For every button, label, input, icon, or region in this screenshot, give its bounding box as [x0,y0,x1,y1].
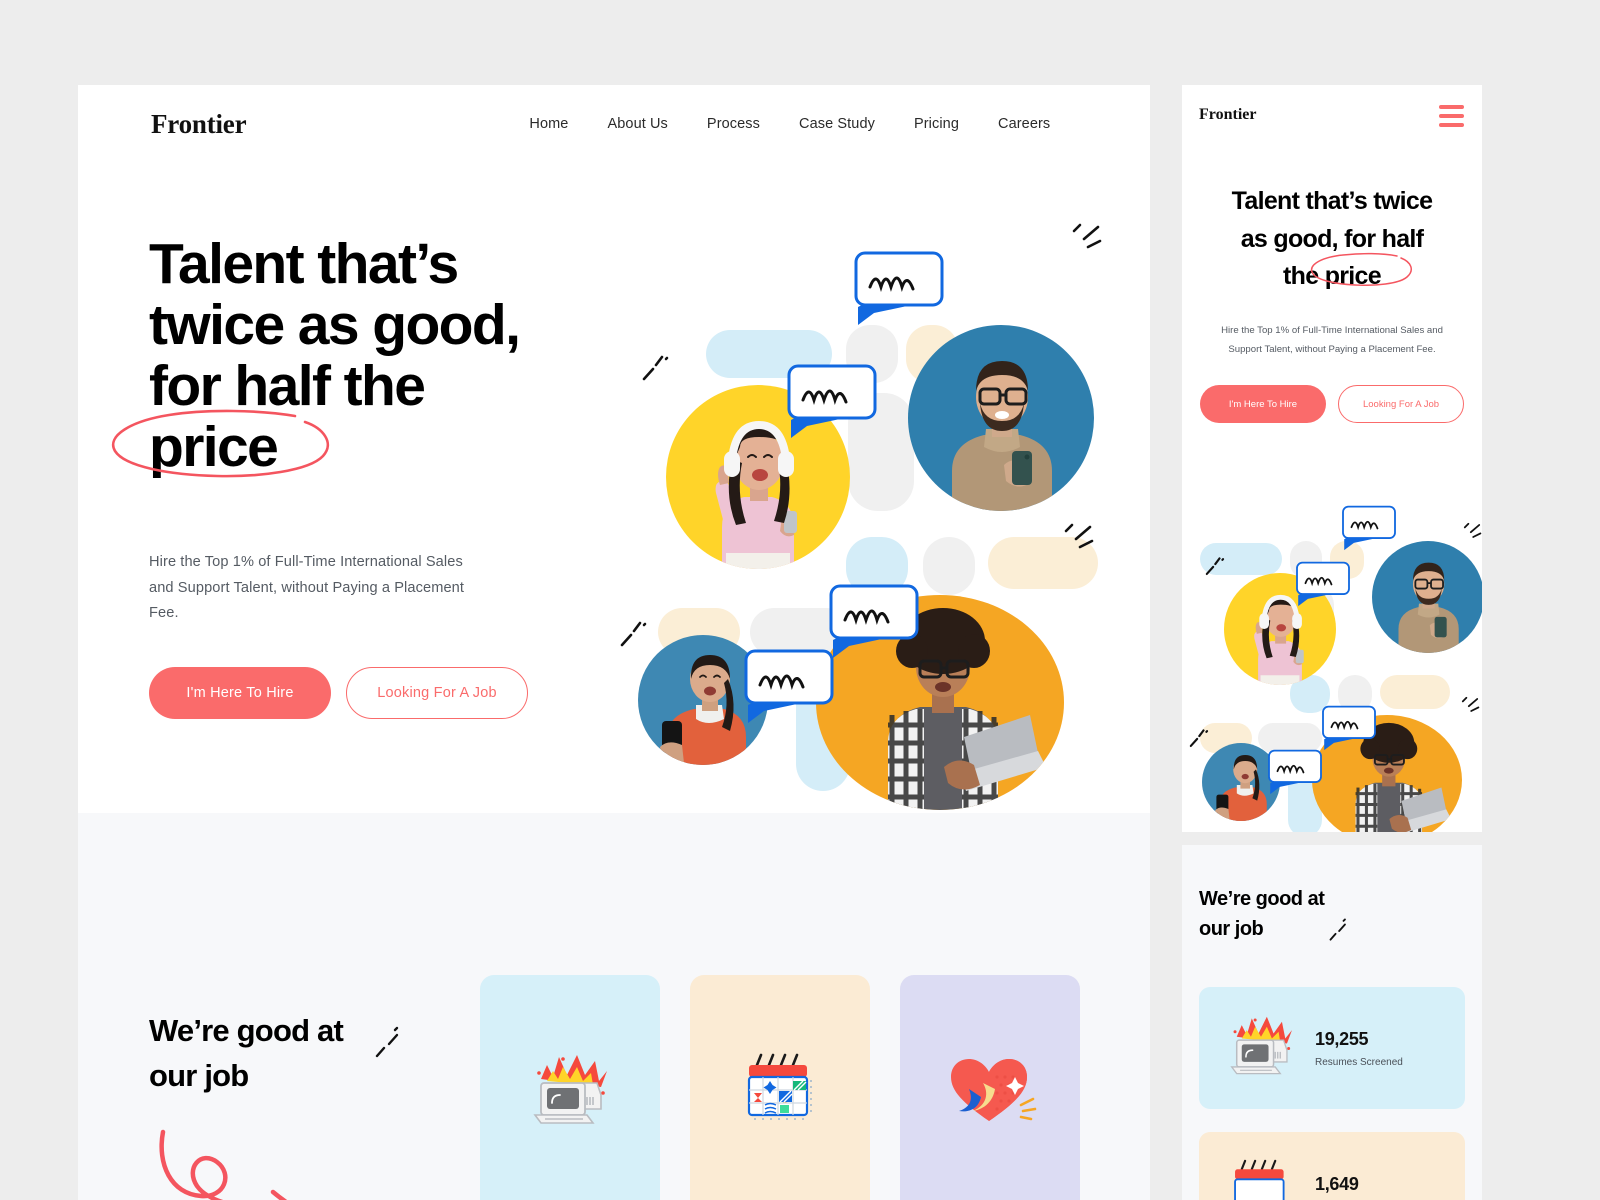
sparkle-icon [1064,523,1094,549]
calendar-icon [1225,1159,1297,1200]
nav-item-case-study[interactable]: Case Study [799,116,875,132]
mobile-hire-button[interactable]: I'm Here To Hire [1200,385,1326,423]
speech-bubble-icon [1322,705,1376,751]
hero-heading-line-3: for half the [149,354,426,418]
sparkle-icon [1072,223,1102,249]
mobile-heading-line-2: as good, for half [1240,224,1424,253]
heart-sparkle-icon [943,1053,1037,1132]
stats-section: We’re good at our job [78,813,1150,1200]
speech-bubble-icon [1296,561,1350,607]
hero-copy: Talent that’s twice as good, for half th… [112,232,619,719]
mobile-hero-heading: Talent that’s twice as good, for half th… [1182,183,1482,296]
hero-heading: Talent that’s twice as good, for half th… [112,232,619,479]
nav-item-about-us[interactable]: About Us [607,116,667,132]
calendar-icon [737,1053,823,1134]
sparkle-icon [1461,696,1480,712]
main-navigation: Home About Us Process Case Study Pricing… [529,116,1050,132]
mobile-stat-card-resumes: 19,255 Resumes Screened [1199,987,1465,1109]
hamburger-bar [1439,114,1464,118]
hero-heading-line-2: twice as good, [149,293,521,357]
nav-item-home[interactable]: Home [529,116,568,132]
speech-bubble-icon [1268,749,1322,795]
mobile-hero-subtitle: Hire the Top 1% of Full-Time Internation… [1221,325,1443,355]
mobile-stat-value: 19,255 [1315,1028,1369,1049]
mobile-heading-line-1: Talent that’s twice [1231,187,1433,215]
stat-card-resumes: 19,255 Resumes Screened [480,975,660,1200]
mobile-stats-heading-line-1: We’re good at [1199,888,1325,910]
mobile-stat-card-interviews: 1,649 Interview Scheduled [1199,1132,1465,1200]
hero-heading-line-1: Talent that’s [149,232,459,296]
speech-bubble-icon [1342,505,1396,551]
photo-person-phone-blue [1372,541,1482,653]
logo[interactable]: Frontier [151,109,247,140]
mobile-header: Frontier [1182,85,1482,145]
desktop-preview-panel: Frontier Home About Us Process Case Stud… [78,85,1150,1200]
circle-annotation-icon [1310,252,1412,286]
decor-blob [923,537,975,595]
curly-arrow-icon [159,1129,288,1200]
mobile-stat-text: 1,649 Interview Scheduled [1315,1174,1405,1200]
hero-collage [618,223,1118,810]
decor-blob [1380,675,1450,709]
speech-bubble-icon [829,584,919,658]
stats-heading: We’re good at our job [149,1008,344,1098]
stat-card-interviews: 1,649 Interview Scheduled [690,975,870,1200]
hero-cta-group: I'm Here To Hire Looking For A Job [149,666,619,719]
sparkle-icon [1463,522,1482,538]
hamburger-bar [1439,105,1464,109]
sparkle-icon [1205,557,1225,575]
mobile-job-seeker-button[interactable]: Looking For A Job [1338,385,1464,423]
stats-heading-line-2: our job [149,1058,249,1093]
mobile-stat-text: 19,255 Resumes Screened [1315,1029,1403,1068]
mobile-stats-panel: We’re good at our job 19,255 Resumes Scr… [1182,845,1482,1200]
speech-bubble-icon [787,364,877,438]
mobile-logo[interactable]: Frontier [1199,106,1256,124]
hamburger-bar [1439,123,1464,127]
mobile-stats-heading-line-2: our job [1199,918,1264,940]
retro-computer-explosion-icon [1225,1015,1297,1082]
stats-heading-line-1: We’re good at [149,1013,344,1048]
stat-cards: 19,255 Resumes Screened [480,975,1080,1200]
nav-item-careers[interactable]: Careers [998,116,1050,132]
speech-bubble-icon [854,251,944,325]
sparkle-icon [1189,729,1209,747]
stats-heading-block: We’re good at our job [149,1008,399,1200]
sparkle-icon [375,1026,399,1058]
retro-computer-explosion-icon [527,1053,613,1132]
mobile-stat-value: 1,649 [1315,1173,1359,1194]
stat-card-screen-time: 5 Days To Completed Screen [900,975,1080,1200]
sparkle-icon [620,621,647,647]
hamburger-icon[interactable] [1439,105,1464,127]
mobile-cta-group: I'm Here To Hire Looking For A Job [1200,385,1464,423]
mobile-stats-heading: We’re good at our job [1199,884,1325,944]
site-header: Frontier Home About Us Process Case Stud… [78,85,1150,163]
mobile-hero-collage [1189,485,1482,832]
hero-subtitle: Hire the Top 1% of Full-Time Internation… [149,554,465,621]
sparkle-icon [642,355,669,381]
hire-button[interactable]: I'm Here To Hire [149,666,331,719]
job-seeker-button[interactable]: Looking For A Job [346,666,528,719]
nav-item-process[interactable]: Process [707,116,760,132]
nav-item-pricing[interactable]: Pricing [914,116,959,132]
photo-person-phone-blue [908,325,1094,511]
hero-heading-highlight: price [149,415,279,479]
mobile-stat-label: Resumes Screened [1315,1056,1403,1068]
sparkle-icon [1329,918,1346,941]
mobile-preview-panel: Frontier Talent that’s twice as good, fo… [1182,85,1482,832]
hero-section: Frontier Home About Us Process Case Stud… [78,85,1150,813]
